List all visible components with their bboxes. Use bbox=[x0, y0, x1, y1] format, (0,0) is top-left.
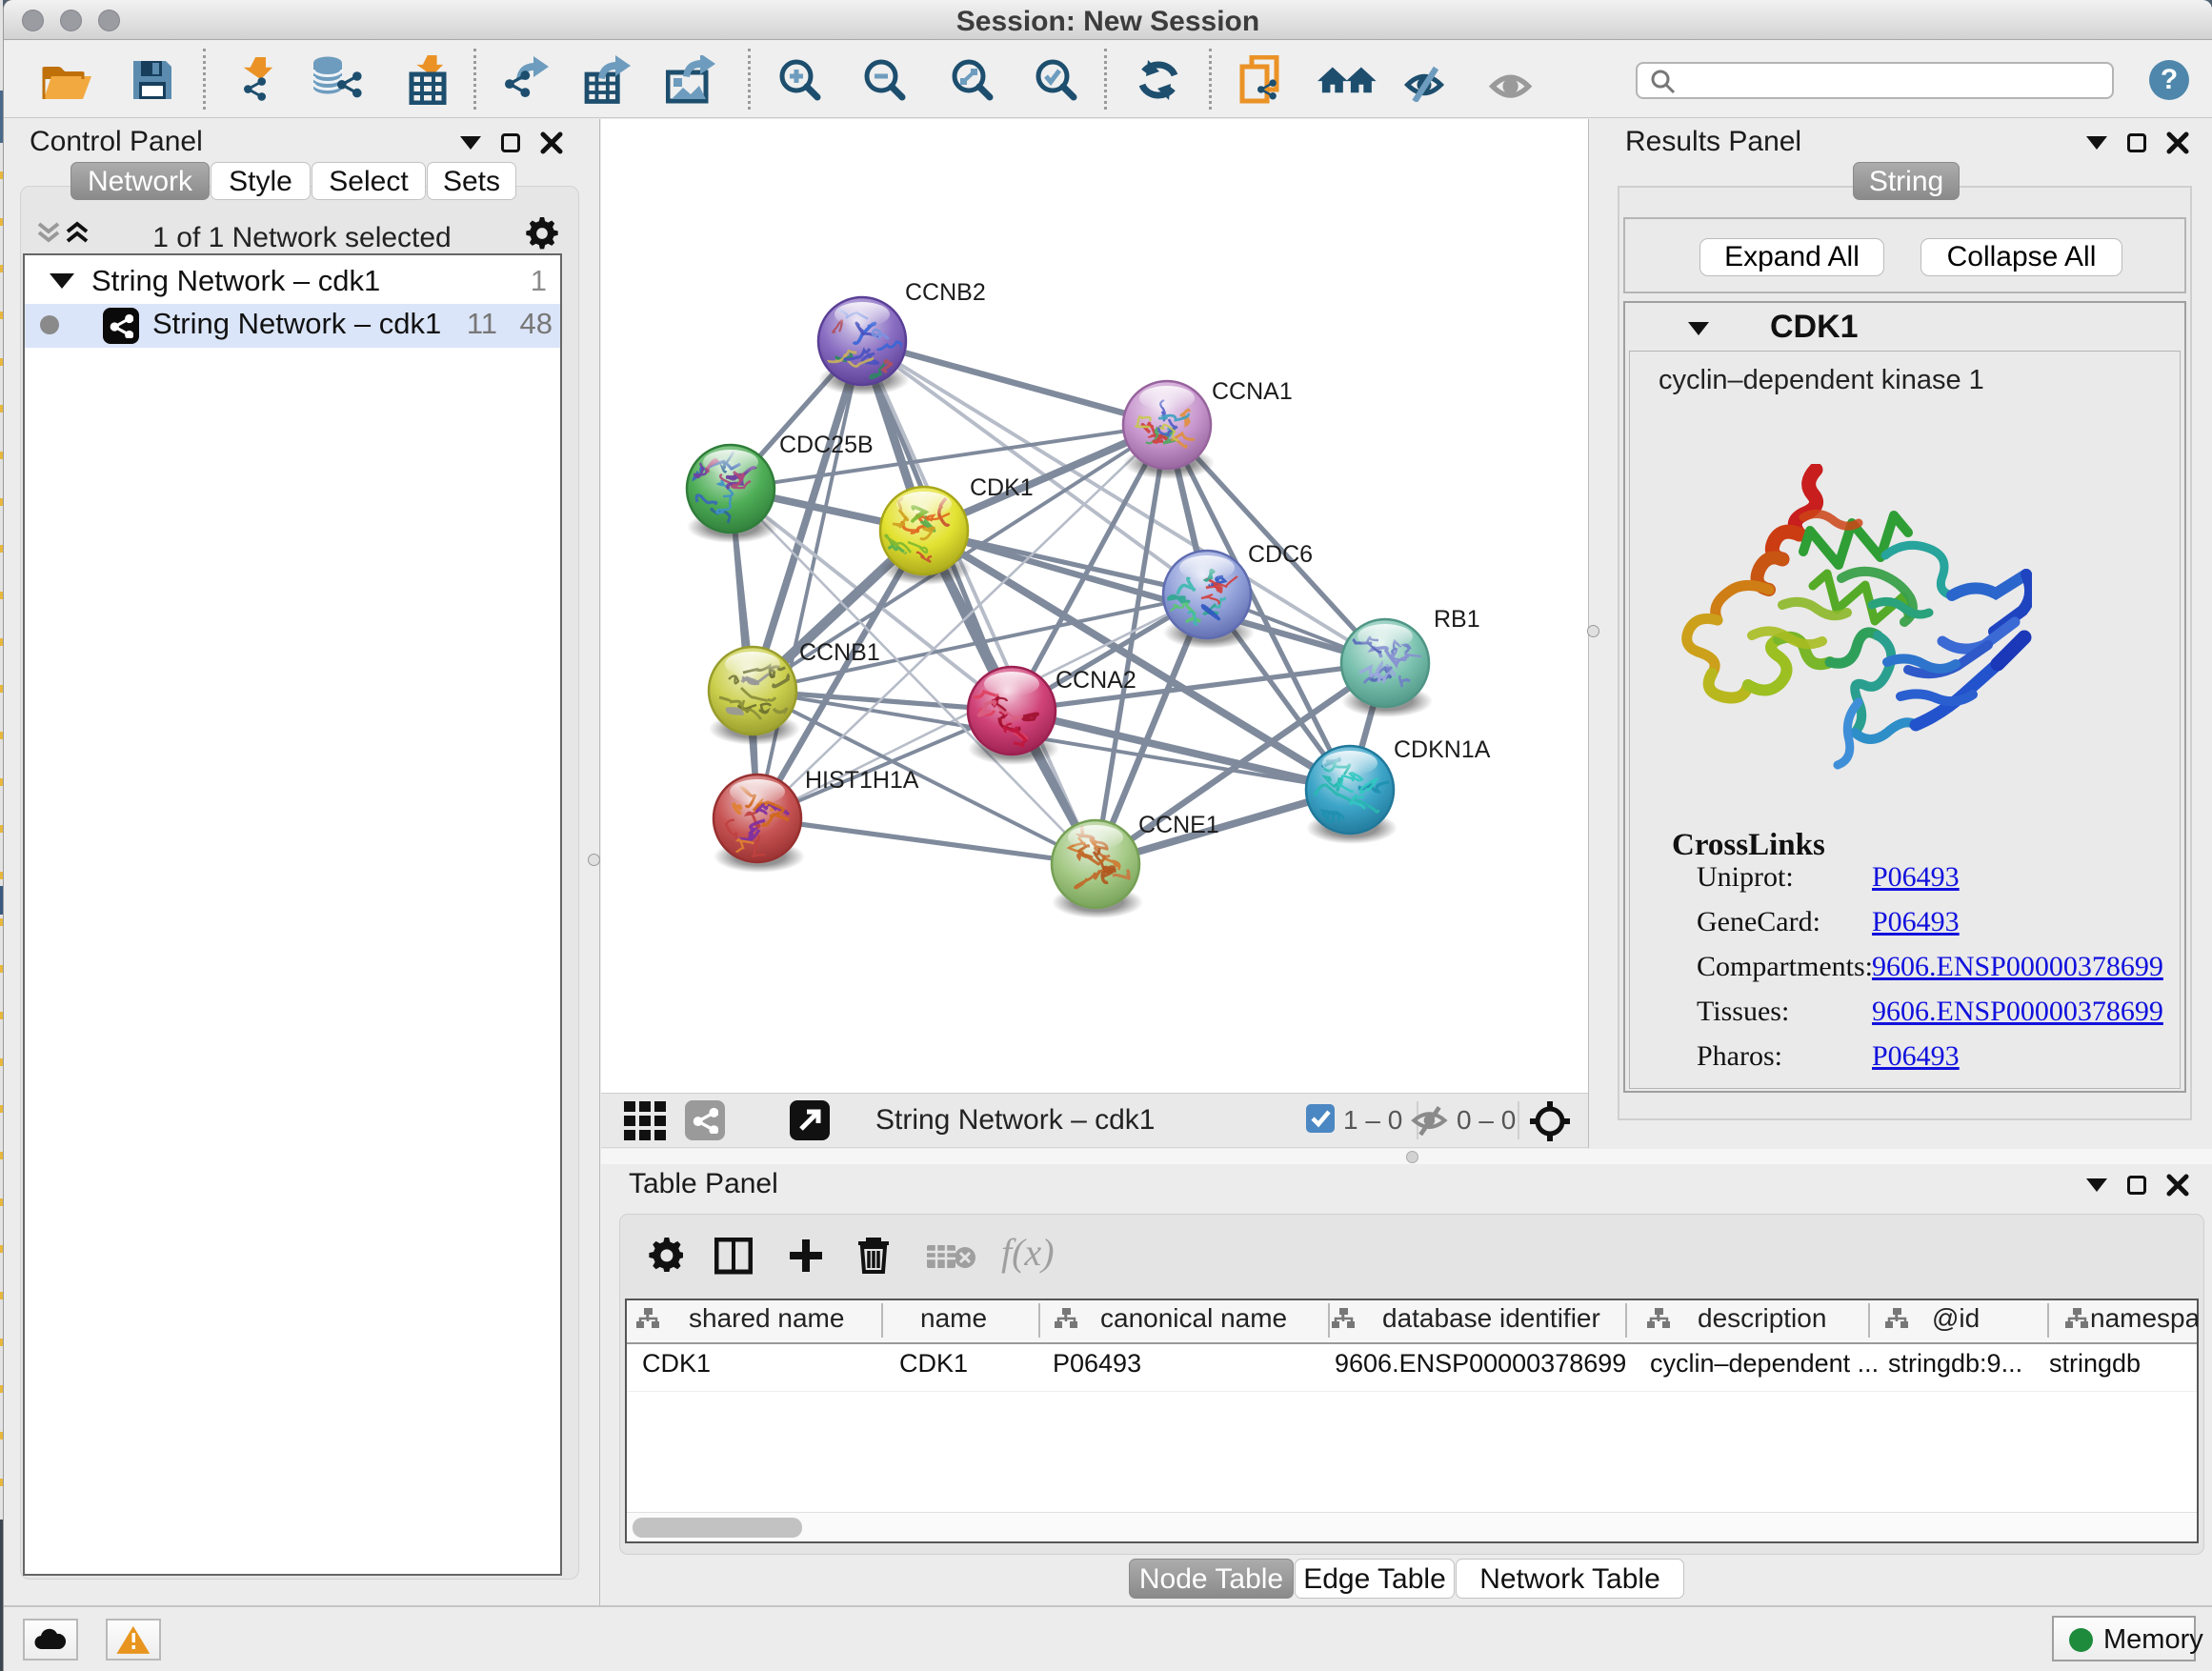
svg-text:CDC25B: CDC25B bbox=[779, 432, 874, 458]
svg-text:CCNB2: CCNB2 bbox=[905, 279, 986, 306]
svg-text:CDC6: CDC6 bbox=[1248, 541, 1313, 568]
svg-text:CCNA1: CCNA1 bbox=[1212, 378, 1293, 405]
svg-text:CCNB1: CCNB1 bbox=[799, 639, 880, 666]
svg-text:CCNE1: CCNE1 bbox=[1138, 812, 1219, 838]
svg-text:?: ? bbox=[2161, 64, 2178, 95]
svg-text:CDKN1A: CDKN1A bbox=[1394, 736, 1491, 763]
svg-text:CCNA2: CCNA2 bbox=[1056, 667, 1136, 694]
svg-text:RB1: RB1 bbox=[1434, 606, 1480, 633]
svg-text:CDK1: CDK1 bbox=[970, 474, 1034, 501]
svg-text:HIST1H1A: HIST1H1A bbox=[805, 767, 919, 794]
